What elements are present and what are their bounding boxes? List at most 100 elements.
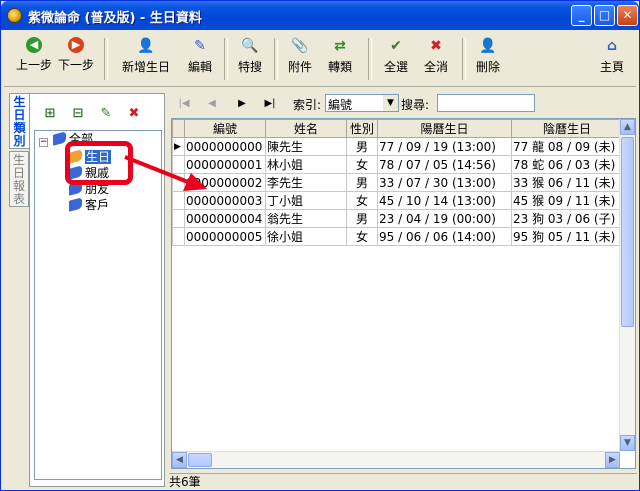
column-header-solar-birthday[interactable]: 陽曆生日 bbox=[377, 119, 512, 138]
forward-arrow-icon: ▶ bbox=[68, 37, 84, 53]
add-category-icon[interactable]: ⊞ bbox=[40, 104, 60, 124]
rename-category-icon[interactable]: ✎ bbox=[96, 104, 116, 124]
checkmark-icon: ✔ bbox=[390, 38, 402, 54]
attachment-icon: 📎 bbox=[291, 38, 309, 54]
vertical-scroll-thumb[interactable] bbox=[621, 137, 634, 327]
attachment-button[interactable]: 📎 附件 bbox=[282, 35, 318, 83]
book-icon bbox=[69, 197, 82, 212]
side-tabs: 生日類別 生日報表 bbox=[9, 93, 29, 488]
cell-name[interactable]: 林小姐 bbox=[265, 155, 347, 174]
table-row[interactable]: ▶ 0000000000 陳先生 男 77 / 09 / 19 (13:00) … bbox=[172, 137, 623, 156]
tree-collapse-icon[interactable]: − bbox=[39, 138, 48, 147]
home-button[interactable]: ⌂ 主頁 bbox=[594, 35, 630, 83]
cell-solar-birthday[interactable]: 23 / 04 / 19 (00:00) bbox=[377, 209, 512, 228]
record-table: 編號 姓名 性別 陽曆生日 陰曆生日 ▶ 0000000000 陳先生 男 77… bbox=[172, 119, 623, 246]
delete-button[interactable]: 👤 刪除 bbox=[470, 35, 506, 83]
column-header-lunar-birthday[interactable]: 陰曆生日 bbox=[511, 119, 623, 138]
cell-lunar-birthday[interactable]: 45 猴 09 / 11 (未) bbox=[511, 191, 623, 210]
cell-name[interactable]: 李先生 bbox=[265, 173, 347, 192]
cell-lunar-birthday[interactable]: 95 狗 05 / 11 (未) bbox=[511, 227, 623, 246]
prev-button[interactable]: ◀ 上一步 bbox=[14, 35, 54, 83]
tree-node-customers[interactable]: 客戶 bbox=[69, 197, 109, 213]
cell-name[interactable]: 徐小姐 bbox=[265, 227, 347, 246]
cell-solar-birthday[interactable]: 77 / 09 / 19 (13:00) bbox=[377, 137, 512, 156]
home-icon: ⌂ bbox=[606, 38, 618, 54]
tab-birthday-categories[interactable]: 生日類別 bbox=[9, 93, 29, 149]
next-button[interactable]: ▶ 下一步 bbox=[56, 35, 96, 83]
add-subcategory-icon[interactable]: ⊟ bbox=[68, 104, 88, 124]
edit-icon: ✎ bbox=[194, 38, 206, 54]
cell-id[interactable]: 0000000004 bbox=[184, 209, 266, 228]
scroll-right-icon[interactable]: ▶ bbox=[605, 452, 620, 468]
prev-record-icon[interactable]: ◀ bbox=[203, 95, 221, 113]
row-indicator bbox=[172, 209, 185, 228]
window-title: 紫微論命 (普及版) - 生日資料 bbox=[28, 11, 202, 26]
tab-birthday-report[interactable]: 生日報表 bbox=[9, 151, 29, 207]
cell-gender[interactable]: 女 bbox=[346, 191, 378, 210]
table-row[interactable]: 0000000001 林小姐 女 78 / 07 / 05 (14:56) 78… bbox=[172, 155, 623, 174]
delete-category-icon[interactable]: ✖ bbox=[124, 104, 144, 124]
special-search-button[interactable]: 🔍 特搜 bbox=[232, 35, 268, 83]
maximize-button[interactable]: □ bbox=[594, 5, 615, 26]
toolbar-separator bbox=[224, 38, 228, 80]
table-row[interactable]: 0000000003 丁小姐 女 45 / 10 / 14 (13:00) 45… bbox=[172, 191, 623, 210]
toolbar-separator bbox=[462, 38, 466, 80]
horizontal-scroll-thumb[interactable] bbox=[188, 453, 212, 467]
table-header-row: 編號 姓名 性別 陽曆生日 陰曆生日 bbox=[172, 119, 623, 138]
status-bar: 共6筆 bbox=[169, 473, 637, 490]
cell-id[interactable]: 0000000005 bbox=[184, 227, 266, 246]
cell-lunar-birthday[interactable]: 77 龍 08 / 09 (未) bbox=[511, 137, 623, 156]
next-record-icon[interactable]: ▶ bbox=[233, 95, 251, 113]
scroll-left-icon[interactable]: ◀ bbox=[172, 452, 187, 468]
cell-gender[interactable]: 女 bbox=[346, 155, 378, 174]
column-header-gender[interactable]: 性別 bbox=[346, 119, 378, 138]
cell-gender[interactable]: 女 bbox=[346, 227, 378, 246]
toolbar-separator bbox=[104, 38, 108, 80]
cell-solar-birthday[interactable]: 45 / 10 / 14 (13:00) bbox=[377, 191, 512, 210]
close-button[interactable]: ✕ bbox=[617, 5, 638, 26]
delete-person-icon: 👤 bbox=[479, 38, 497, 54]
cell-gender[interactable]: 男 bbox=[346, 173, 378, 192]
row-indicator-header bbox=[172, 119, 185, 138]
table-row[interactable]: 0000000002 李先生 男 33 / 07 / 30 (13:00) 33… bbox=[172, 173, 623, 192]
last-record-icon[interactable]: ▶| bbox=[261, 95, 279, 113]
cross-icon: ✖ bbox=[430, 38, 442, 54]
row-indicator bbox=[172, 227, 185, 246]
app-window: 紫微論命 (普及版) - 生日資料 _ □ ✕ ◀ 上一步 ▶ 下一步 👤 新增… bbox=[0, 0, 640, 491]
column-header-name[interactable]: 姓名 bbox=[265, 119, 347, 138]
cell-solar-birthday[interactable]: 95 / 06 / 06 (14:00) bbox=[377, 227, 512, 246]
edit-button[interactable]: ✎ 編輯 bbox=[182, 35, 218, 83]
search-input[interactable] bbox=[437, 94, 535, 112]
cell-lunar-birthday[interactable]: 78 蛇 06 / 03 (未) bbox=[511, 155, 623, 174]
chevron-down-icon[interactable]: ▼ bbox=[383, 95, 398, 111]
transfer-button[interactable]: ⇄ 轉類 bbox=[322, 35, 358, 83]
cell-name[interactable]: 翁先生 bbox=[265, 209, 347, 228]
index-select[interactable]: 編號 ▼ bbox=[325, 94, 399, 112]
toolbar-separator bbox=[368, 38, 372, 80]
cell-solar-birthday[interactable]: 78 / 07 / 05 (14:56) bbox=[377, 155, 512, 174]
table-row[interactable]: 0000000004 翁先生 男 23 / 04 / 19 (00:00) 23… bbox=[172, 209, 623, 228]
arrow-line bbox=[124, 155, 194, 186]
toolbar-separator bbox=[274, 38, 278, 80]
app-icon bbox=[7, 8, 22, 23]
cell-name[interactable]: 陳先生 bbox=[265, 137, 347, 156]
cell-solar-birthday[interactable]: 33 / 07 / 30 (13:00) bbox=[377, 173, 512, 192]
add-person-icon: 👤 bbox=[137, 38, 155, 54]
scroll-down-icon[interactable]: ▼ bbox=[620, 435, 635, 451]
cell-lunar-birthday[interactable]: 33 猴 06 / 11 (未) bbox=[511, 173, 623, 192]
first-record-icon[interactable]: |◀ bbox=[175, 95, 193, 113]
select-all-button[interactable]: ✔ 全選 bbox=[378, 35, 414, 83]
clear-all-button[interactable]: ✖ 全消 bbox=[418, 35, 454, 83]
column-header-id[interactable]: 編號 bbox=[184, 119, 266, 138]
table-row[interactable]: 0000000005 徐小姐 女 95 / 06 / 06 (14:00) 95… bbox=[172, 227, 623, 246]
cell-gender[interactable]: 男 bbox=[346, 137, 378, 156]
minimize-button[interactable]: _ bbox=[571, 5, 592, 26]
cell-name[interactable]: 丁小姐 bbox=[265, 191, 347, 210]
vertical-scrollbar[interactable]: ▲ ▼ bbox=[619, 119, 635, 451]
add-birthday-button[interactable]: 👤 新增生日 bbox=[116, 35, 176, 83]
cell-gender[interactable]: 男 bbox=[346, 209, 378, 228]
scroll-up-icon[interactable]: ▲ bbox=[620, 119, 635, 135]
horizontal-scrollbar[interactable]: ◀ ▶ bbox=[172, 451, 620, 468]
title-bar[interactable]: 紫微論命 (普及版) - 生日資料 _ □ ✕ bbox=[1, 1, 639, 30]
cell-lunar-birthday[interactable]: 23 狗 03 / 06 (子) bbox=[511, 209, 623, 228]
